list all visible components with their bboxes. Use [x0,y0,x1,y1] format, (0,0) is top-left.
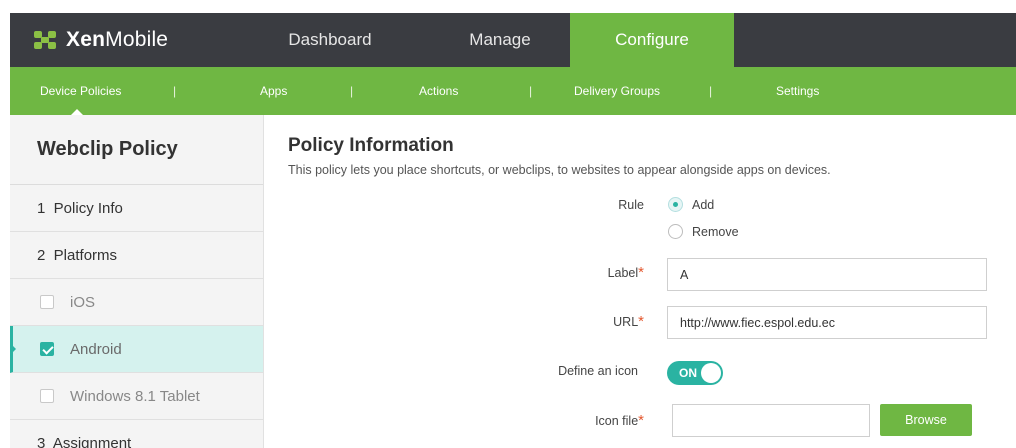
tab-configure[interactable]: Configure [570,13,734,67]
subnav-separator: | [173,84,177,98]
required-asterisk: * [638,412,644,429]
ios-checkbox[interactable] [40,295,54,309]
required-asterisk: * [638,313,644,330]
configure-subnav: Device Policies | Apps | Actions | Deliv… [10,67,1016,115]
radio-selected-icon [668,197,683,212]
tab-manage[interactable]: Manage [430,13,570,67]
xenmobile-logo-icon [34,31,56,49]
radio-label: Remove [692,224,739,239]
rule-label: Rule [618,198,644,212]
subnav-delivery-groups[interactable]: Delivery Groups [574,67,660,115]
subnav-apps[interactable]: Apps [260,67,287,115]
icon-file-input[interactable] [672,404,870,437]
subnav-separator: | [529,84,533,98]
policy-wizard-sidebar: Webclip Policy 1 Policy Info 2 Platforms… [10,115,264,448]
page-title: Policy Information [288,135,454,156]
label-field-label: Label* [607,264,644,281]
subnav-separator: | [350,84,354,98]
step-assignment[interactable]: 3 Assignment [10,420,263,448]
policy-information-panel: Policy Information This policy lets you … [264,115,1016,448]
browse-button[interactable]: Browse [880,404,972,436]
toggle-on-text: ON [679,366,697,380]
step-platforms[interactable]: 2 Platforms [10,232,263,279]
required-asterisk: * [638,264,644,281]
rule-remove-radio[interactable]: Remove [668,224,739,239]
platform-label: Android [70,340,122,358]
rule-add-radio[interactable]: Add [668,197,714,212]
top-navigation-bar: XenMobile Dashboard Manage Configure [10,13,1016,67]
define-icon-toggle[interactable]: ON [667,361,723,385]
subnav-settings[interactable]: Settings [776,67,819,115]
subnav-actions[interactable]: Actions [419,67,458,115]
subnav-device-policies[interactable]: Device Policies [40,67,121,115]
toggle-knob [701,363,721,383]
url-field-label: URL* [613,313,644,330]
platform-label: iOS [70,293,96,311]
url-input[interactable]: http://www.fiec.espol.edu.ec [667,306,987,339]
platform-windows-tablet[interactable]: Windows 8.1 Tablet [10,373,263,420]
android-checkbox[interactable] [40,342,54,356]
platform-ios[interactable]: iOS [10,279,263,326]
icon-file-label: Icon file* [595,412,644,429]
page-description: This policy lets you place shortcuts, or… [288,163,831,177]
policy-title: Webclip Policy [10,115,263,185]
subnav-separator: | [709,84,713,98]
active-indicator-arrow-icon [10,343,16,355]
brand-name: XenMobile [66,28,169,51]
xenmobile-logo[interactable]: XenMobile [34,13,168,67]
platform-label: Windows 8.1 Tablet [70,387,200,405]
label-input[interactable]: A [667,258,987,291]
radio-label: Add [692,197,715,212]
tab-dashboard[interactable]: Dashboard [260,13,400,67]
windows-tablet-checkbox[interactable] [40,389,54,403]
radio-unselected-icon [668,224,683,239]
step-policy-info[interactable]: 1 Policy Info [10,185,263,232]
platform-android[interactable]: Android [10,326,263,373]
define-icon-label: Define an icon [558,364,638,378]
